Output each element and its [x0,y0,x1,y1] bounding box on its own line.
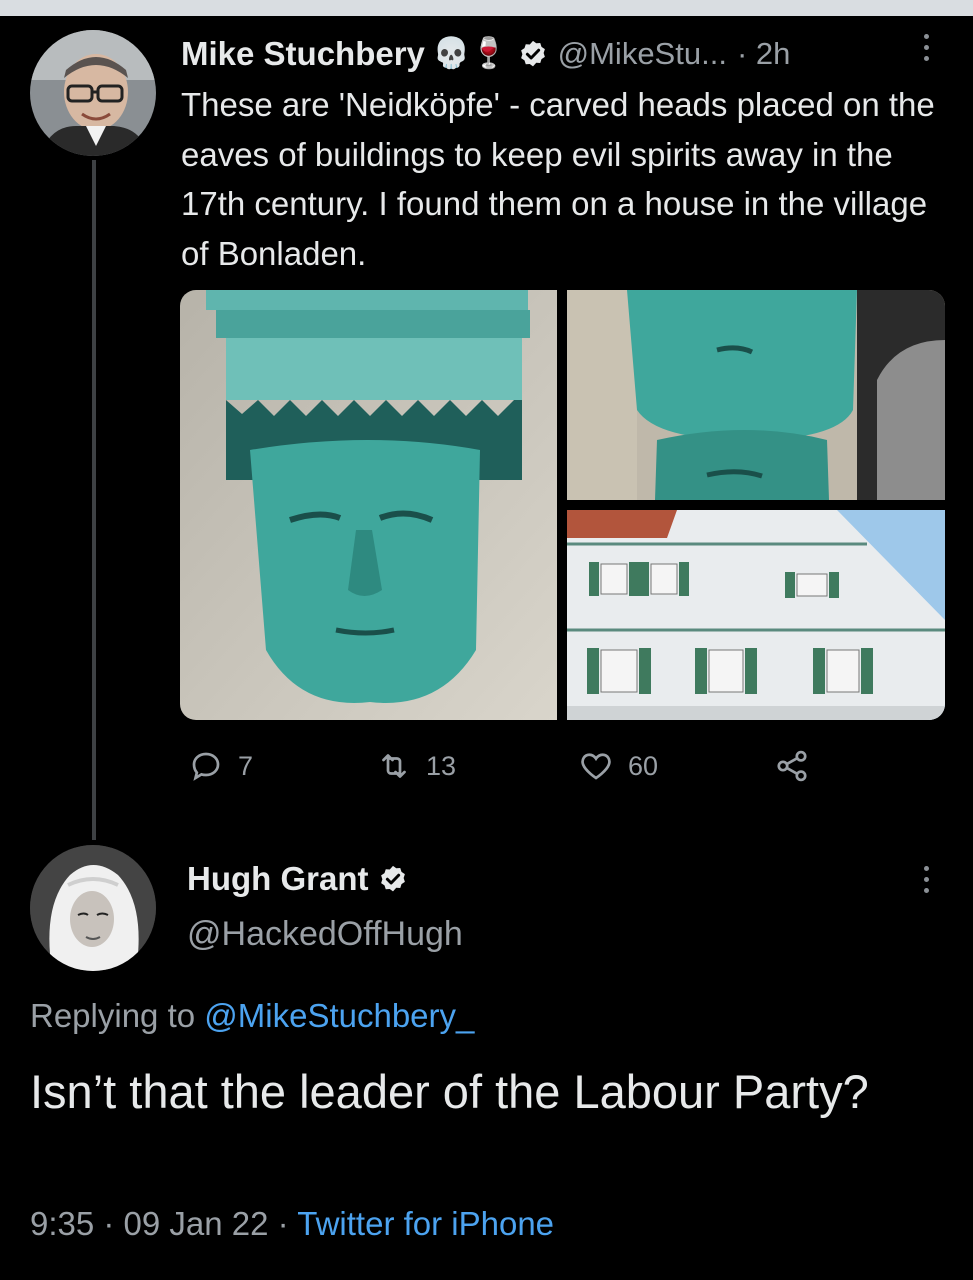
tweet-actions: 7 13 60 [180,748,860,788]
thread-line [92,160,96,840]
reply-button[interactable]: 7 [188,748,253,784]
share-icon [777,750,807,782]
verified-badge-icon [520,40,545,67]
reply-icon [192,752,220,781]
like-count: 60 [628,750,659,781]
author-emojis: 💀🍷 [432,37,508,70]
reply-author-handle[interactable]: @HackedOffHugh [187,915,463,954]
media-image-house[interactable] [567,510,945,720]
replying-to-link[interactable]: @MikeStuchbery_ [204,997,474,1034]
author-handle[interactable]: @MikeStu... [558,36,727,72]
reply-author: Hugh Grant [187,860,408,898]
retweet-count: 13 [426,750,457,781]
more-options-icon[interactable] [918,34,934,68]
status-bar-strip [0,0,973,16]
screenshot: Mike Stuchbery 💀🍷 @MikeStu... · 2h These… [0,0,973,1280]
like-button[interactable]: 60 [578,748,658,784]
retweet-button[interactable]: 13 [376,748,456,784]
tweet-header: Mike Stuchbery 💀🍷 @MikeStu... · 2h [181,30,941,78]
media-image-heads-closeup[interactable] [567,290,945,500]
tweet-text: These are 'Neidköpfe' - carved heads pla… [181,86,935,272]
media-image-carved-head[interactable] [180,290,557,720]
reply-source-link[interactable]: Twitter for iPhone [297,1205,554,1242]
reply-meta: 9:35 · 09 Jan 22 · Twitter for iPhone [30,1205,554,1243]
reply-author-name[interactable]: Hugh Grant [187,860,368,898]
retweet-icon [382,754,406,778]
verified-badge-icon [381,865,406,892]
more-options-icon[interactable] [918,866,934,900]
reply-text: Isn’t that the leader of the Labour Part… [30,1065,869,1118]
replying-to: Replying to @MikeStuchbery_ [30,997,474,1035]
reply-timestamp[interactable]: 9:35 · 09 Jan 22 · [30,1205,297,1242]
avatar-hugh-grant[interactable] [30,845,156,971]
author-name[interactable]: Mike Stuchbery [181,35,425,73]
heart-icon [581,753,611,780]
share-button[interactable] [774,748,810,784]
reply-count: 7 [238,750,254,781]
replying-to-prefix: Replying to [30,997,205,1034]
avatar-mike-stuchbery[interactable] [30,30,156,156]
tweet-time[interactable]: · 2h [737,36,790,72]
